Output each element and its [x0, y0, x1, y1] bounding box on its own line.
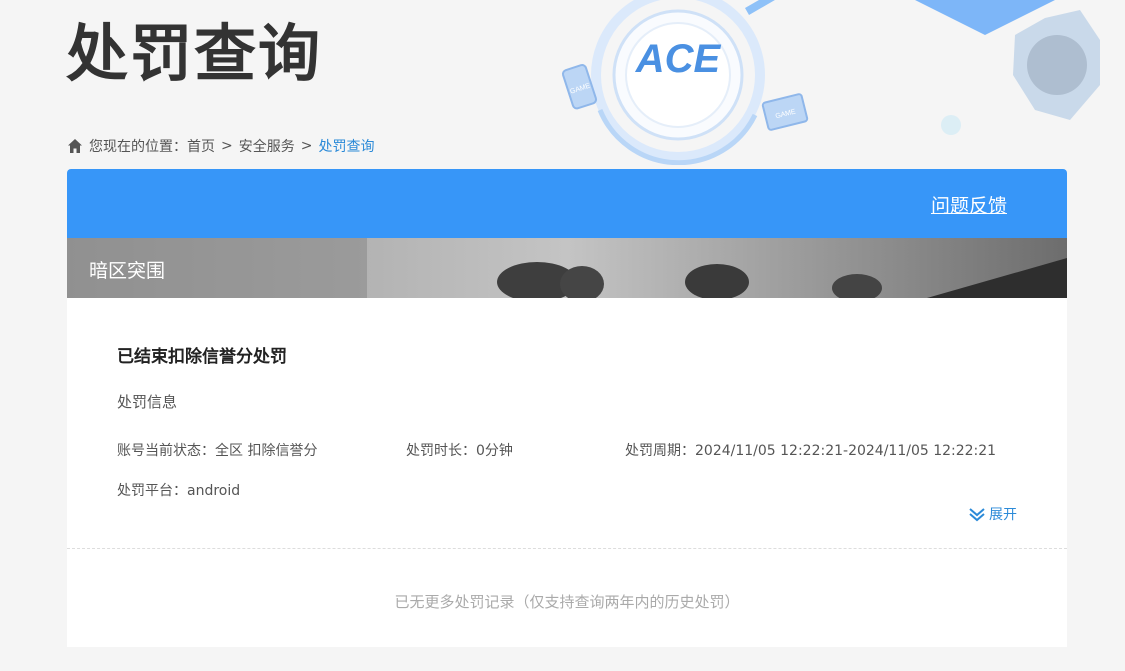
feedback-link[interactable]: 问题反馈	[931, 191, 1007, 218]
home-icon	[68, 139, 82, 153]
section-label: 处罚信息	[117, 393, 178, 411]
penalty-platform: 处罚平台：android	[117, 483, 241, 499]
expand-button[interactable]: 展开	[968, 504, 1017, 524]
game-banner: 暗区突围	[67, 238, 1067, 298]
game-name: 暗区突围	[89, 260, 166, 282]
penalty-panel: 问题反馈 暗区突围 已结束扣除信誉分处罚 处罚信息 账号当前状态：全区 扣除信誉…	[67, 169, 1067, 647]
page-title: 处罚查询	[66, 17, 323, 90]
game-banner-art	[67, 238, 1067, 298]
breadcrumb-safety-service[interactable]: 安全服务	[239, 136, 295, 156]
double-chevron-down-icon	[969, 508, 985, 522]
no-more-records: 已无更多处罚记录（仅支持查询两年内的历史处罚）	[394, 593, 740, 611]
record-title: 已结束扣除信誉分处罚	[117, 347, 287, 367]
breadcrumb: 您现在的位置： 首页 > 安全服务 > 处罚查询	[67, 136, 374, 156]
breadcrumb-separator: >	[221, 138, 233, 154]
account-status: 账号当前状态：全区 扣除信誉分	[117, 443, 318, 459]
breadcrumb-separator: >	[300, 138, 313, 154]
character-avatar-decoration	[915, 0, 1100, 135]
ace-logo-decoration: GAME GAME ACE	[561, 0, 809, 165]
panel-header: 问题反馈	[67, 169, 1067, 238]
expand-label: 展开	[989, 507, 1017, 523]
penalty-record: 已结束扣除信誉分处罚 处罚信息 账号当前状态：全区 扣除信誉分 处罚时长：0分钟…	[67, 298, 1067, 548]
breadcrumb-home[interactable]: 首页	[187, 136, 215, 156]
breadcrumb-prefix: 您现在的位置：	[89, 139, 187, 155]
breadcrumb-current: 处罚查询	[318, 139, 375, 155]
penalty-period: 处罚周期：2024/11/05 12:22:21-2024/11/05 12:2…	[625, 443, 997, 459]
info-row: 账号当前状态：全区 扣除信誉分 处罚时长：0分钟 处罚周期：2024/11/05…	[117, 440, 1017, 459]
penalty-duration: 处罚时长：0分钟	[406, 443, 513, 459]
ace-logo-text: ACE	[635, 37, 722, 81]
divider	[67, 548, 1067, 549]
